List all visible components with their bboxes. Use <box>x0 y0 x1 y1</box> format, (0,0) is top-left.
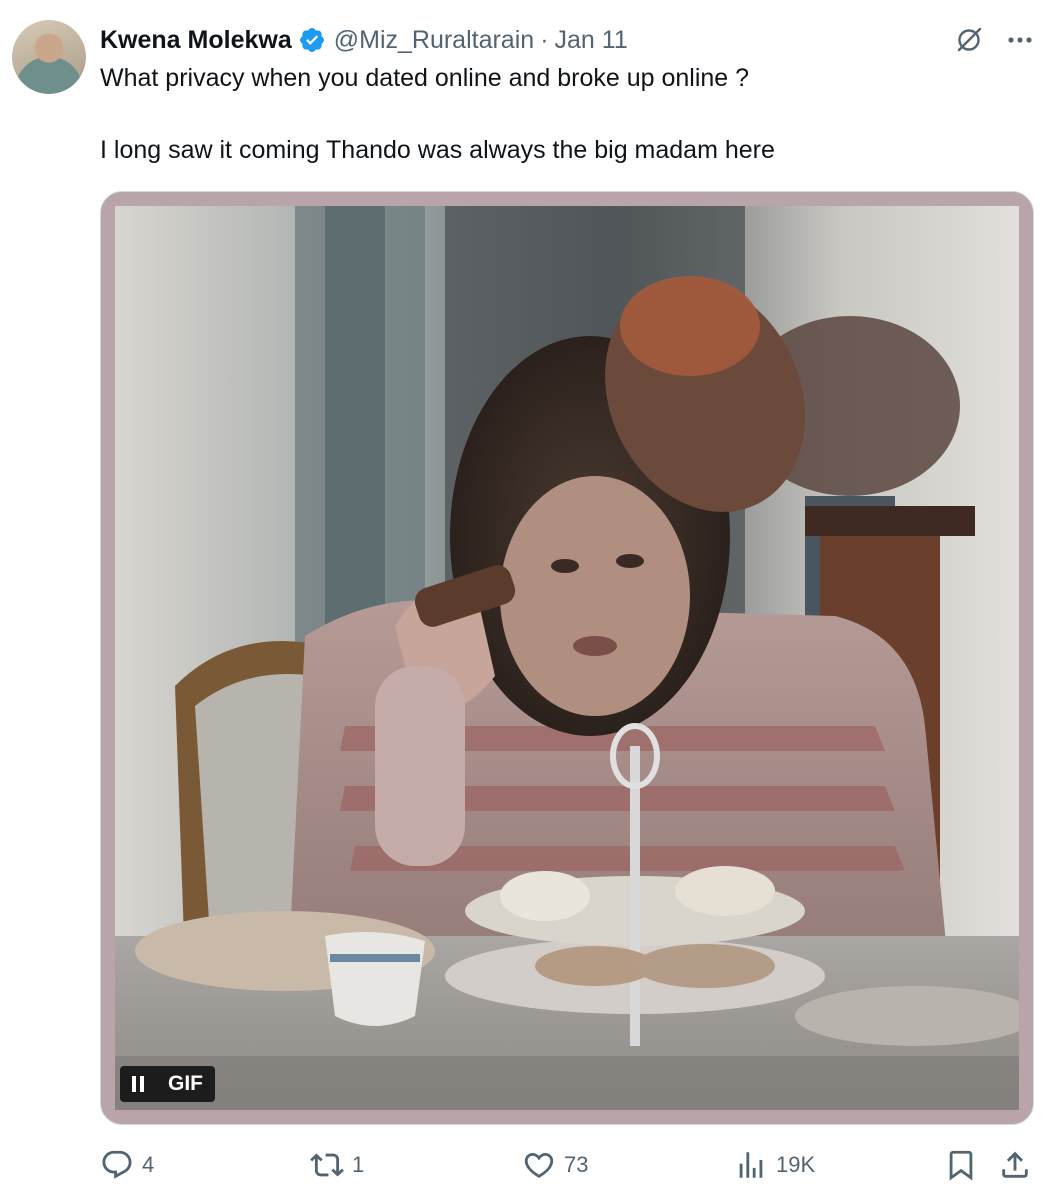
separator-dot: · <box>540 25 549 54</box>
repost-icon <box>310 1153 344 1177</box>
gif-badge: GIF <box>156 1066 215 1102</box>
like-button[interactable]: 73 <box>522 1145 588 1185</box>
author-handle[interactable]: @Miz_Ruraltarain <box>334 26 534 55</box>
tweet-actions: 4 1 73 19K <box>100 1145 1034 1185</box>
tweet-date[interactable]: Jan 11 <box>555 26 628 55</box>
gif-image <box>115 206 1019 1110</box>
tweet-line-1: What privacy when you dated online and b… <box>100 64 750 92</box>
verified-badge-icon[interactable] <box>298 26 326 54</box>
like-icon <box>524 1152 554 1178</box>
views-icon <box>739 1152 763 1178</box>
share-button[interactable] <box>998 1145 1032 1185</box>
gif-frame <box>115 206 1019 1110</box>
header-actions <box>954 22 1034 58</box>
avatar[interactable] <box>12 20 86 94</box>
pause-icon <box>132 1076 144 1092</box>
repost-count: 1 <box>352 1152 365 1177</box>
reply-button[interactable]: 4 <box>100 1145 154 1185</box>
tweet-text: What privacy when you dated online and b… <box>100 60 1000 168</box>
reply-count: 4 <box>142 1152 155 1177</box>
author-name[interactable]: Kwena Molekwa <box>100 26 292 55</box>
share-icon <box>1002 1151 1028 1178</box>
views-count: 19K <box>776 1152 816 1177</box>
like-count: 73 <box>564 1152 589 1177</box>
tweet-line-2: I long saw it coming Thando was always t… <box>100 136 775 164</box>
bookmark-button[interactable] <box>944 1145 978 1185</box>
more-icon[interactable] <box>1006 26 1034 54</box>
pause-button[interactable] <box>120 1066 156 1102</box>
views-button[interactable]: 19K <box>734 1145 815 1185</box>
tweet-header: Kwena Molekwa @Miz_Ruraltarain · Jan 11 <box>100 22 628 58</box>
bookmark-icon <box>949 1150 973 1181</box>
reply-icon <box>102 1150 132 1179</box>
repost-button[interactable]: 1 <box>310 1145 364 1185</box>
grok-icon[interactable] <box>954 25 984 55</box>
gif-media[interactable] <box>100 191 1034 1125</box>
gif-controls: GIF <box>120 1066 215 1102</box>
